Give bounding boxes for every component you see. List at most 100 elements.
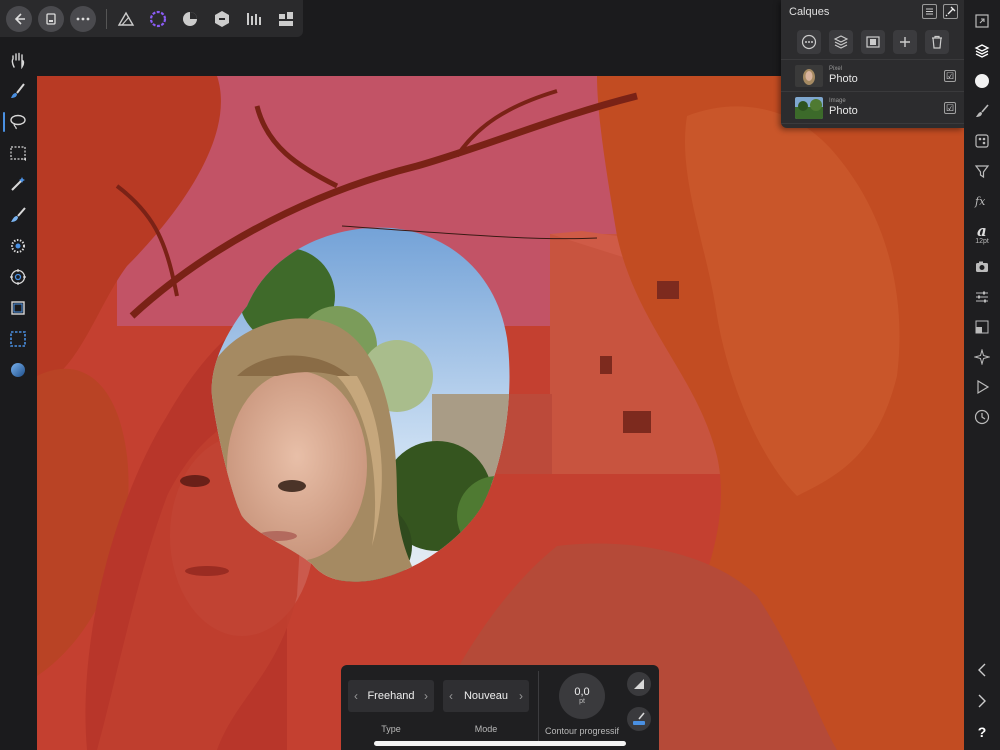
fx-icon: fx <box>974 195 986 208</box>
svg-text:fx: fx <box>974 195 986 208</box>
tool-selection-brush[interactable] <box>0 75 36 106</box>
context-separator <box>538 671 539 741</box>
effects-studio-button[interactable]: fx <box>964 186 1000 216</box>
layer-thumbnail <box>795 64 823 87</box>
tool-crop[interactable] <box>0 292 36 323</box>
layer-visibility-checkbox[interactable]: ☑ <box>944 102 956 114</box>
freehand-selection-icon <box>10 114 26 129</box>
tool-view[interactable] <box>0 44 36 75</box>
antialias-button[interactable] <box>627 672 651 696</box>
mode-label: Mode <box>474 724 498 734</box>
add-mask-button[interactable] <box>860 29 885 54</box>
transform-studio-button[interactable] <box>964 312 1000 342</box>
adjustments-studio-button[interactable] <box>964 282 1000 312</box>
navigator-studio-button[interactable] <box>964 6 1000 36</box>
character-icon: a <box>977 222 987 238</box>
layers-panel-header: Calques <box>781 0 964 24</box>
back-button[interactable] <box>6 5 32 32</box>
layers-actions <box>781 24 964 60</box>
layer-visibility-checkbox[interactable]: ☑ <box>944 70 956 82</box>
feather-label: Contour progressif <box>544 726 620 736</box>
tool-dodge[interactable] <box>0 230 36 261</box>
layer-thumbnail <box>795 96 823 119</box>
tool-paint-brush[interactable] <box>0 199 36 230</box>
filters-studio-button[interactable] <box>964 156 1000 186</box>
more-button[interactable] <box>70 5 96 32</box>
develop-persona-button[interactable] <box>179 8 201 30</box>
tone-mapping-persona-icon <box>215 10 229 27</box>
layers-panel-title: Calques <box>789 6 830 18</box>
home-indicator[interactable] <box>374 741 626 746</box>
character-studio-button[interactable]: a 12pt <box>964 216 1000 252</box>
snapping-studio-button[interactable] <box>964 342 1000 372</box>
macros-studio-button[interactable] <box>964 372 1000 402</box>
transform-icon <box>975 320 989 334</box>
feather-value: 0,0 <box>574 686 590 698</box>
toolbar-separator <box>106 8 107 29</box>
filters-icon <box>974 165 990 179</box>
stock-studio-button[interactable] <box>964 252 1000 282</box>
layer-row[interactable]: Image Photo ☑ <box>781 92 964 124</box>
tone-mapping-persona-button[interactable] <box>211 8 233 30</box>
tool-rectangular-marquee[interactable] <box>0 137 36 168</box>
chevron-right-icon: › <box>424 689 428 703</box>
plus-icon <box>899 36 910 47</box>
feather-dial[interactable]: 0,0 pt <box>559 673 605 719</box>
colour-studio-button[interactable] <box>964 66 1000 96</box>
mask-icon <box>865 35 880 48</box>
tool-magic-wand[interactable] <box>0 168 36 199</box>
list-icon <box>926 8 933 15</box>
mode-value: Nouveau <box>463 690 509 702</box>
macros-icon <box>977 379 990 395</box>
layer-name: Photo <box>829 73 858 85</box>
liquify-persona-button[interactable] <box>147 8 169 30</box>
tools-panel <box>0 44 36 385</box>
type-selector[interactable]: ‹ Freehand › <box>348 680 434 712</box>
add-layer-button[interactable] <box>892 29 917 54</box>
panel-pin-button[interactable] <box>943 4 958 19</box>
mode-selector[interactable]: ‹ Nouveau › <box>443 680 529 712</box>
layers-panel: Calques Pixel Photo ☑ Image Photo ☑ <box>781 0 964 128</box>
crop-icon <box>11 300 25 315</box>
studio-collapse-button[interactable] <box>964 655 1000 685</box>
type-value: Freehand <box>367 690 415 702</box>
photo-persona-button[interactable] <box>115 8 137 30</box>
type-label: Type <box>381 724 401 734</box>
snapping-icon <box>974 349 990 365</box>
help-button[interactable]: ? <box>964 717 1000 747</box>
liquify-persona-icon <box>149 10 167 27</box>
history-studio-button[interactable] <box>964 402 1000 432</box>
document-canvas[interactable] <box>37 76 964 750</box>
trash-icon <box>931 35 942 49</box>
tool-freehand-selection[interactable] <box>0 106 36 137</box>
paint-brush-icon <box>11 206 26 222</box>
chevron-left-icon: ‹ <box>354 689 358 703</box>
layer-name: Photo <box>829 105 858 117</box>
export-slices-button[interactable] <box>275 8 297 30</box>
refine-button[interactable] <box>627 707 651 731</box>
character-size-label: 12pt <box>975 238 989 245</box>
layer-row[interactable]: Pixel Photo ☑ <box>781 60 964 92</box>
stack-icon <box>833 34 848 49</box>
channels-studio-button[interactable] <box>964 126 1000 156</box>
photo-with-selection-mask <box>37 76 964 750</box>
antialias-icon <box>634 679 644 689</box>
magic-wand-icon <box>11 176 25 191</box>
tool-clone[interactable] <box>0 261 36 292</box>
delete-layer-button[interactable] <box>924 29 949 54</box>
layers-studio-button[interactable] <box>964 36 1000 66</box>
export-persona-button[interactable] <box>243 8 265 30</box>
studio-expand-button[interactable] <box>964 686 1000 716</box>
layer-blend-button[interactable] <box>828 29 853 54</box>
brush-selection-icon <box>11 82 25 98</box>
top-toolbar <box>0 0 303 37</box>
documents-icon <box>46 12 56 25</box>
brushes-studio-button[interactable] <box>964 96 1000 126</box>
tool-marquee[interactable] <box>0 323 36 354</box>
navigator-icon <box>975 14 989 28</box>
tool-gradient[interactable] <box>0 354 36 385</box>
documents-button[interactable] <box>38 5 64 32</box>
refine-brush-icon <box>633 712 645 725</box>
panel-menu-button[interactable] <box>922 4 937 19</box>
layer-options-button[interactable] <box>796 29 821 54</box>
